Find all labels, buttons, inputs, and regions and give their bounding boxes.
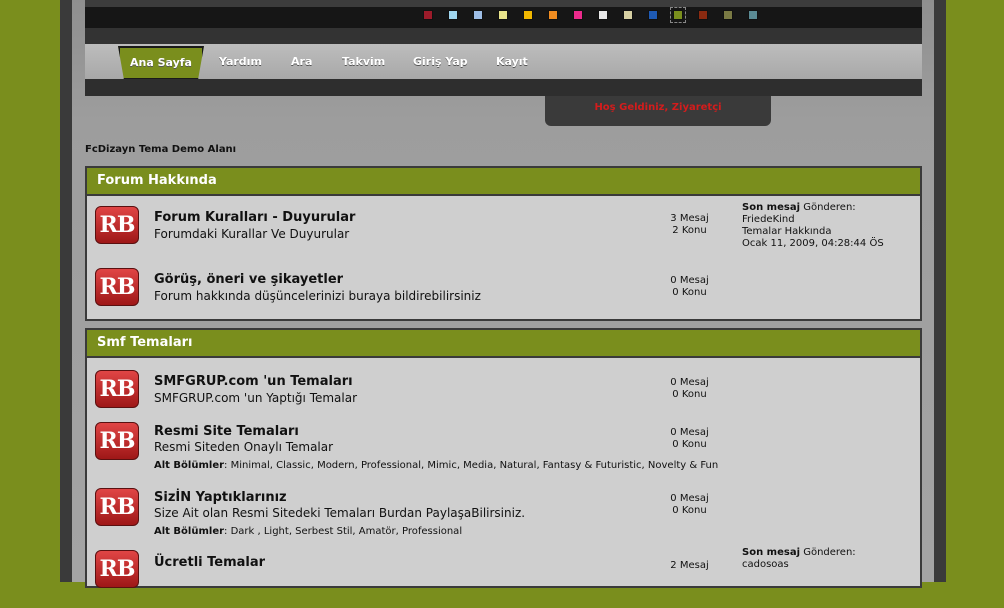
nav-item-ana-sayfa[interactable]: Ana Sayfa bbox=[118, 46, 204, 80]
nav-item-takvim[interactable]: Takvim bbox=[342, 44, 385, 79]
post-count: 0 Mesaj bbox=[670, 427, 709, 438]
board-icon: RB bbox=[95, 268, 139, 306]
board-row: RB SizİN Yaptıklarınız Size Ait olan Res… bbox=[87, 480, 920, 546]
theme-color-swatch[interactable] bbox=[423, 10, 433, 20]
last-post-label: Son mesaj bbox=[742, 547, 801, 558]
category-smf-temalari: Smf Temaları RB SMFGRUP.com 'un Temaları… bbox=[85, 328, 922, 588]
post-count: 0 Mesaj bbox=[670, 377, 709, 388]
theme-color-swatch[interactable] bbox=[623, 10, 633, 20]
board-description: Resmi Siteden Onaylı Temalar bbox=[154, 440, 334, 454]
last-post-user[interactable]: cadosoas bbox=[742, 559, 856, 571]
last-post: Son mesaj Gönderen: FriedeKind Temalar H… bbox=[742, 202, 884, 250]
topic-count: 0 Konu bbox=[672, 439, 707, 450]
sub-boards: Alt Bölümler: Dark , Light, Serbest Stil… bbox=[154, 526, 463, 537]
board-description: SMFGRUP.com 'un Yaptığı Temalar bbox=[154, 391, 358, 405]
board-title[interactable]: Resmi Site Temaları bbox=[154, 424, 299, 439]
board-icon: RB bbox=[95, 550, 139, 588]
theme-color-swatch[interactable] bbox=[548, 10, 558, 20]
board-stats: 2 Mesaj bbox=[647, 560, 732, 572]
topic-count: 0 Konu bbox=[672, 505, 707, 516]
color-swatches bbox=[423, 7, 773, 23]
last-post-by: Gönderen: bbox=[803, 547, 856, 558]
theme-color-swatch[interactable] bbox=[573, 10, 583, 20]
last-post: Son mesaj Gönderen: cadosoas bbox=[742, 547, 856, 571]
category-forum-hakkinda: Forum Hakkında RB Forum Kuralları - Duyu… bbox=[85, 166, 922, 321]
post-count: 0 Mesaj bbox=[670, 275, 709, 286]
theme-color-swatch[interactable] bbox=[473, 10, 483, 20]
theme-color-swatch[interactable] bbox=[723, 10, 733, 20]
board-row: RB Resmi Site Temaları Resmi Siteden Ona… bbox=[87, 414, 920, 480]
topic-count: 0 Konu bbox=[672, 389, 707, 400]
board-description: Size Ait olan Resmi Sitedeki Temaları Bu… bbox=[154, 506, 526, 520]
topic-count: 0 Konu bbox=[672, 287, 707, 298]
post-count: 3 Mesaj bbox=[670, 213, 709, 224]
nav-item-ara[interactable]: Ara bbox=[291, 44, 312, 79]
nav-item-kay-t[interactable]: Kayıt bbox=[496, 44, 528, 79]
theme-color-swatch[interactable] bbox=[448, 10, 458, 20]
board-icon: RB bbox=[95, 206, 139, 244]
last-post-label: Son mesaj bbox=[742, 202, 801, 213]
welcome-message: Hoş Geldiniz, Ziyaretçi bbox=[545, 96, 771, 126]
nav-subbar bbox=[85, 79, 922, 96]
last-post-user[interactable]: FriedeKind bbox=[742, 214, 884, 226]
topic-count: 2 Konu bbox=[672, 225, 707, 236]
board-stats: 0 Mesaj 0 Konu bbox=[647, 493, 732, 517]
post-count: 0 Mesaj bbox=[670, 493, 709, 504]
board-row: RB SMFGRUP.com 'un Temaları SMFGRUP.com … bbox=[87, 360, 920, 414]
sub-boards: Alt Bölümler: Minimal, Classic, Modern, … bbox=[154, 460, 719, 471]
theme-color-swatch[interactable] bbox=[523, 10, 533, 20]
board-title[interactable]: Görüş, öneri ve şikayetler bbox=[154, 272, 343, 287]
theme-color-swatch[interactable] bbox=[748, 10, 758, 20]
sub-boards-list[interactable]: Dark , Light, Serbest Stil, Amatör, Prof… bbox=[231, 526, 463, 537]
theme-color-swatch[interactable] bbox=[648, 10, 658, 20]
board-stats: 3 Mesaj 2 Konu bbox=[647, 213, 732, 237]
board-row: RB Ücretli Temalar 2 Mesaj Son mesaj Gön… bbox=[87, 546, 920, 608]
board-stats: 0 Mesaj 0 Konu bbox=[647, 377, 732, 401]
last-post-date: Ocak 11, 2009, 04:28:44 ÖS bbox=[742, 238, 884, 249]
board-description: Forum hakkında düşüncelerinizi buraya bi… bbox=[154, 289, 481, 303]
category-title[interactable]: Forum Hakkında bbox=[87, 168, 920, 196]
board-icon: RB bbox=[95, 370, 139, 408]
top-strip-lower bbox=[85, 28, 922, 44]
top-bar bbox=[85, 0, 922, 44]
theme-color-swatch[interactable] bbox=[498, 10, 508, 20]
category-title[interactable]: Smf Temaları bbox=[87, 330, 920, 358]
board-title[interactable]: SizİN Yaptıklarınız bbox=[154, 490, 287, 505]
board-icon: RB bbox=[95, 422, 139, 460]
last-post-topic[interactable]: Temalar Hakkında bbox=[742, 226, 884, 238]
board-title[interactable]: Forum Kuralları - Duyurular bbox=[154, 210, 355, 225]
nav-item-yard-m[interactable]: Yardım bbox=[219, 44, 262, 79]
top-strip bbox=[85, 0, 922, 7]
nav-item-giri-yap[interactable]: Giriş Yap bbox=[413, 44, 468, 79]
post-count: 2 Mesaj bbox=[670, 560, 709, 571]
board-row: RB Forum Kuralları - Duyurular Forumdaki… bbox=[87, 196, 920, 258]
board-description: Forumdaki Kurallar Ve Duyurular bbox=[154, 227, 350, 241]
sub-boards-label: Alt Bölümler bbox=[154, 526, 225, 537]
main-nav: Ana Sayfa Yardım Ara Takvim Giriş Yap Kayıt bbox=[85, 44, 922, 80]
theme-color-swatch[interactable] bbox=[698, 10, 708, 20]
board-stats: 0 Mesaj 0 Konu bbox=[647, 427, 732, 451]
breadcrumb[interactable]: FcDizayn Tema Demo Alanı bbox=[85, 144, 236, 155]
board-row: RB Görüş, öneri ve şikayetler Forum hakk… bbox=[87, 258, 920, 320]
theme-color-swatch[interactable] bbox=[670, 7, 686, 23]
last-post-by: Gönderen: bbox=[803, 202, 856, 213]
board-icon: RB bbox=[95, 488, 139, 526]
sub-boards-label: Alt Bölümler bbox=[154, 460, 225, 471]
board-stats: 0 Mesaj 0 Konu bbox=[647, 275, 732, 299]
board-title[interactable]: SMFGRUP.com 'un Temaları bbox=[154, 374, 353, 389]
theme-color-swatch[interactable] bbox=[598, 10, 608, 20]
sub-boards-list[interactable]: Minimal, Classic, Modern, Professional, … bbox=[231, 460, 719, 471]
board-title[interactable]: Ücretli Temalar bbox=[154, 555, 265, 570]
